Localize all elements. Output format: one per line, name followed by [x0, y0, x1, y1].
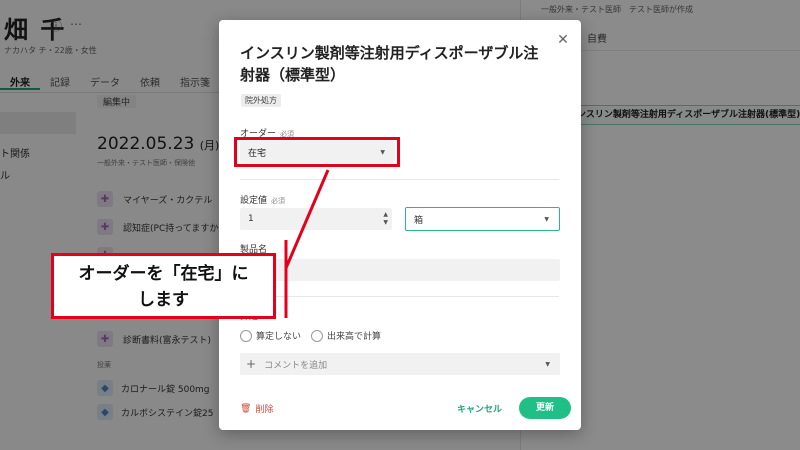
- plus-icon: +: [246, 357, 257, 371]
- setting-value-input[interactable]: 1 ▲ ▼: [240, 208, 392, 230]
- radio-label: 出来高で計算: [327, 332, 382, 342]
- cancel-button[interactable]: キャンセル: [457, 402, 502, 415]
- delete-label: 削除: [255, 405, 274, 415]
- comment-placeholder: コメントを追加: [264, 360, 328, 371]
- unit-select-value: 箱: [414, 215, 424, 226]
- radio-circle-icon: [240, 329, 252, 342]
- chevron-down-icon: ▼: [545, 360, 550, 368]
- dialog-title: インスリン製剤等注射用ディスポーザブル注射器（標準型）: [240, 44, 539, 84]
- callout-line-1: オーダーを「在宅」に: [78, 264, 249, 284]
- radio-circle-icon: [311, 329, 324, 342]
- comment-field[interactable]: + コメントを追加 ▼: [240, 353, 560, 375]
- radio-fee-for-service[interactable]: 出来高で計算: [311, 329, 381, 342]
- chevron-down-icon: ▼: [544, 215, 549, 223]
- close-icon[interactable]: ✕: [553, 30, 573, 50]
- edit-order-dialog: ✕ インスリン製剤等注射用ディスポーザブル注射器（標準型） 院外処方 オーダー必…: [219, 20, 581, 430]
- calc-radio-group: 算定しない 出来高で計算: [240, 329, 381, 342]
- radio-label: 算定しない: [256, 332, 302, 342]
- setting-value: 1: [248, 214, 254, 224]
- stepper-icon[interactable]: ▲ ▼: [383, 211, 388, 227]
- required-tag: 必須: [271, 197, 286, 205]
- product-input[interactable]: [240, 259, 560, 281]
- divider: [240, 296, 559, 297]
- setting-field-label: 設定値 必須: [240, 193, 285, 206]
- prescription-type-badge: 院外処方: [241, 94, 281, 107]
- callout-line-2: します: [138, 290, 189, 310]
- divider: [240, 179, 559, 180]
- radio-no-calc[interactable]: 算定しない: [240, 329, 301, 342]
- update-button[interactable]: 更新: [519, 397, 571, 419]
- setting-label-text: 設定値: [240, 196, 268, 206]
- trash-icon: 🗑: [240, 403, 252, 414]
- instruction-callout: オーダーを「在宅」に します: [51, 253, 276, 319]
- delete-button[interactable]: 🗑 削除: [240, 402, 274, 416]
- unit-select[interactable]: 箱 ▼: [405, 207, 560, 231]
- order-highlight-box: [234, 137, 400, 167]
